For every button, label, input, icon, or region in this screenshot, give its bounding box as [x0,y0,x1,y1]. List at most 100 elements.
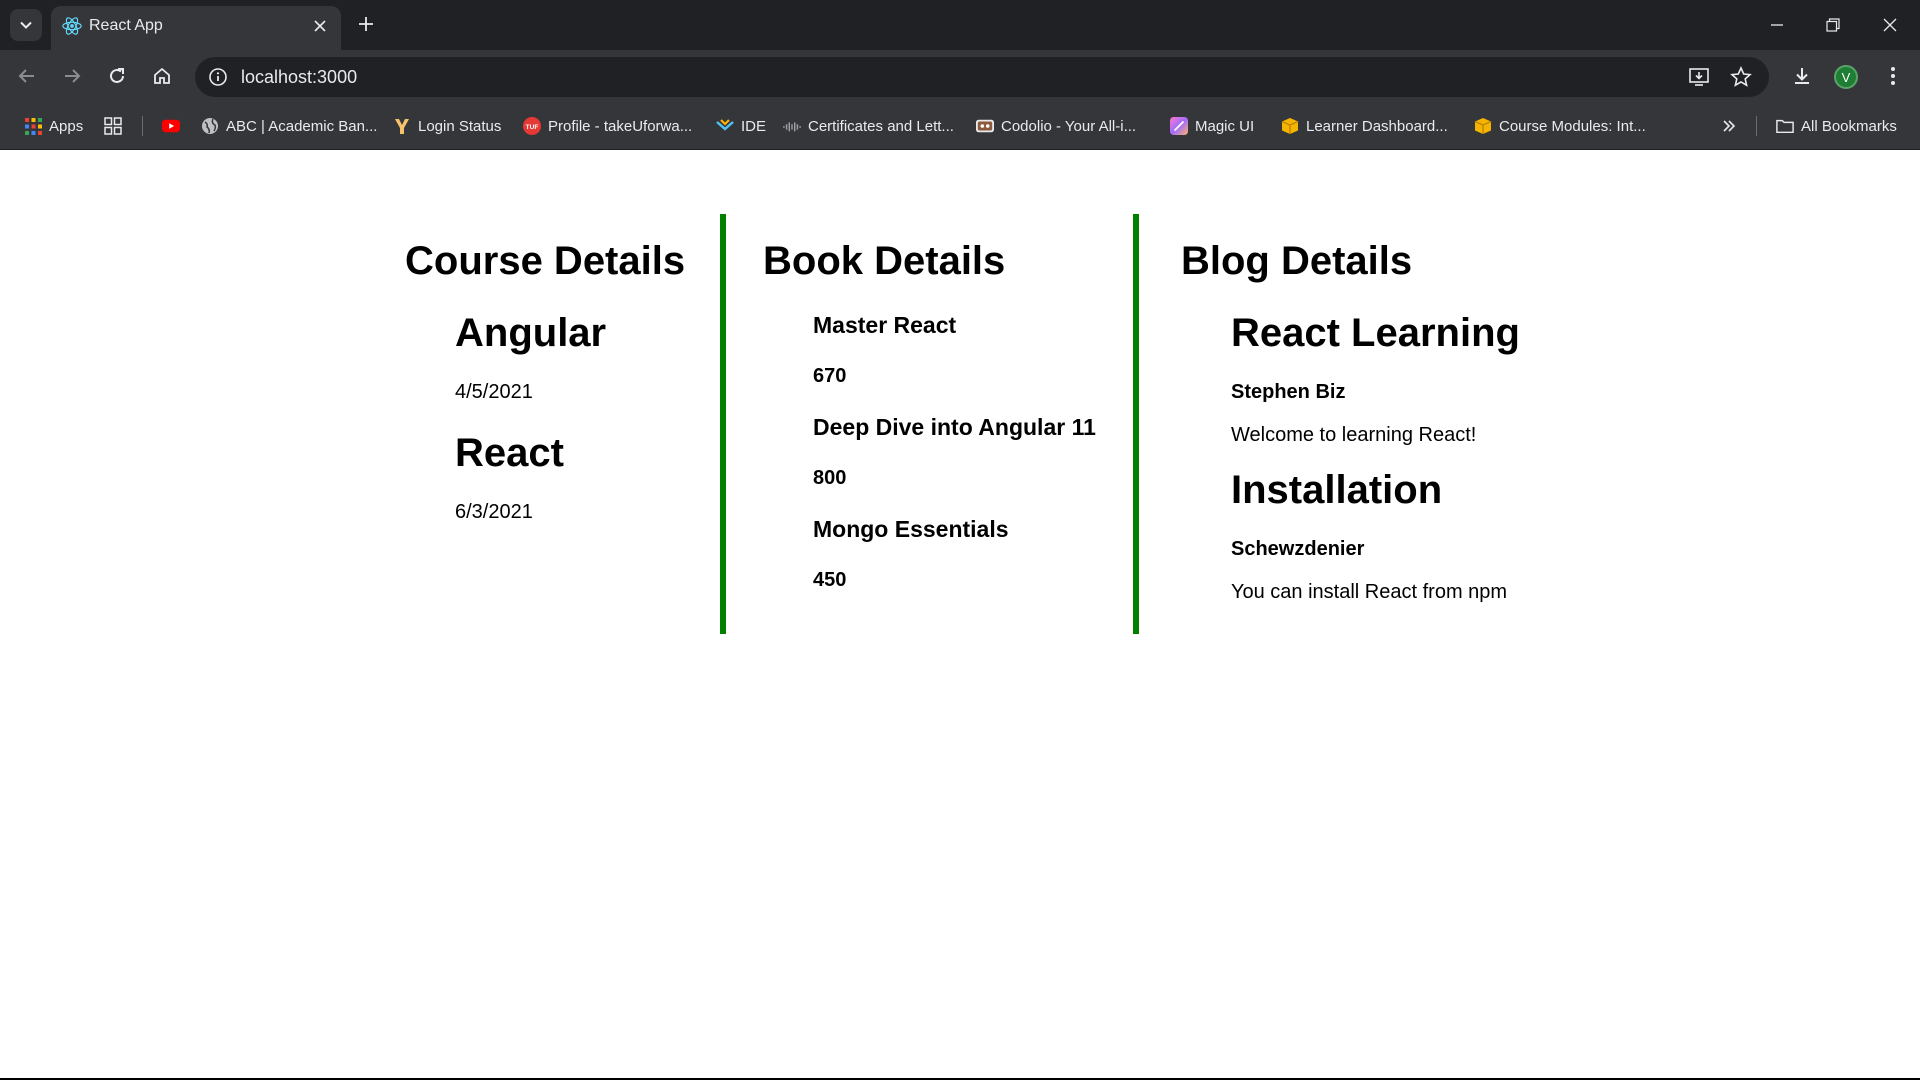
course-date: 4/5/2021 [455,381,533,403]
book-name: Deep Dive into Angular 11 [813,414,1096,440]
magic-ui-icon [1170,117,1188,135]
course-list: Angular 4/5/2021 React 6/3/2021 [455,310,718,524]
bookmark-login-status[interactable]: Login Status [393,114,501,138]
all-bookmarks-label: All Bookmarks [1801,117,1897,135]
codolio-icon [976,117,994,135]
blog-title: React Learning [1231,311,1520,355]
home-button[interactable] [145,59,179,93]
bookmark-label: Certificates and Lett... [808,117,954,135]
reload-button[interactable] [100,59,134,93]
cisco-icon [783,117,801,135]
tuf-icon: TUF [523,117,541,135]
bookmark-label: Magic UI [1195,117,1255,135]
box-icon [1281,117,1299,135]
bookmarks-overflow-button[interactable] [1720,114,1738,138]
book-price: 670 [813,365,847,387]
arrow-left-icon [18,69,34,83]
back-button[interactable] [10,59,44,93]
blog-author: Schewzdenier [1231,538,1365,560]
bookmark-star-button[interactable] [1727,63,1755,91]
blog-title: Installation [1231,468,1443,512]
site-info-button[interactable] [205,64,231,90]
bookmark-youtube[interactable] [162,114,180,138]
arrow-right-icon [65,69,81,83]
react-logo-icon [62,17,82,35]
bookmark-magic-ui[interactable]: Magic UI [1170,114,1254,138]
bookmark-ide[interactable]: IDE [716,114,766,138]
tab-search-button[interactable] [10,9,42,41]
bookmark-label: Apps [49,117,84,135]
bookmark-label: Course Modules: Int... [1499,117,1646,135]
bookmark-separator [1756,116,1757,136]
bookmark-separator [142,116,143,136]
home-icon [154,67,170,84]
book-name: Mongo Essentials [813,516,1009,542]
info-icon [209,68,227,86]
download-icon [1795,68,1809,84]
all-bookmarks-button[interactable]: All Bookmarks [1776,114,1897,138]
more-vertical-icon [1891,67,1895,85]
blog-content: Welcome to learning React! [1231,424,1477,446]
blog-details-section: Blog Details React Learning Stephen Biz … [1133,214,1633,634]
course-details-heading: Course Details [405,239,686,283]
blog-content: You can install React from npm [1231,581,1508,603]
minimize-button[interactable] [1760,8,1794,42]
close-icon [1883,18,1897,32]
double-chevron-right-icon [1720,117,1738,135]
bookmark-label: ABC | Academic Ban... [226,117,378,135]
minimize-icon [1771,24,1783,26]
bookmark-label: IDE [741,117,767,135]
bookmark-label: Learner Dashboard... [1306,117,1448,135]
book-list: Master React 670 Deep Dive into Angular … [813,311,1134,592]
login-status-icon [393,117,411,135]
tab-close-button[interactable] [308,14,332,38]
globe-icon [201,117,219,135]
tab-groups-icon [104,117,122,135]
book-name: Master React [813,312,957,338]
restore-icon [1826,18,1840,32]
folder-icon [1776,117,1794,135]
youtube-icon [162,117,180,135]
install-app-button[interactable] [1685,63,1713,91]
bookmark-tab-groups[interactable] [104,114,122,138]
box-icon [1474,117,1492,135]
bookmark-apps[interactable]: Apps [24,114,83,138]
plus-icon [359,17,373,31]
page-content: Course Details Angular 4/5/2021 React 6/… [0,151,1920,1079]
install-icon [1689,68,1709,86]
book-price: 800 [813,467,847,489]
chevron-down-icon [20,21,32,29]
restore-button[interactable] [1816,8,1850,42]
close-icon [314,20,326,32]
bookmark-abc[interactable]: ABC | Academic Ban... [201,114,377,138]
address-bar[interactable]: localhost:3000 [195,57,1769,97]
course-name: Angular [455,311,607,355]
book-details-heading: Book Details [763,239,1006,283]
url-text[interactable]: localhost:3000 [241,67,357,88]
tab-strip: React App [0,0,1920,50]
browser-toolbar: localhost:3000 V [0,50,1920,102]
bookmark-certificates[interactable]: Certificates and Lett... [783,114,954,138]
profile-avatar[interactable]: V [1834,65,1858,89]
star-icon [1730,66,1752,87]
forward-button[interactable] [55,59,89,93]
close-window-button[interactable] [1873,8,1907,42]
ide-icon [716,117,734,135]
bookmark-course-modules[interactable]: Course Modules: Int... [1474,114,1646,138]
apps-grid-icon [24,117,42,135]
active-tab[interactable]: React App [51,6,341,50]
menu-button[interactable] [1876,59,1910,93]
course-name: React [455,431,564,475]
downloads-button[interactable] [1785,59,1819,93]
book-price: 450 [813,569,847,591]
bookmark-label: Profile - takeUforwa... [548,117,693,135]
course-details-section: Course Details Angular 4/5/2021 React 6/… [405,214,718,524]
bookmark-takeuforward[interactable]: TUF Profile - takeUforwa... [523,114,692,138]
blog-author: Stephen Biz [1231,381,1346,403]
bookmark-codolio[interactable]: Codolio - Your All-i... [976,114,1136,138]
book-details-section: Book Details Master React 670 Deep Dive … [720,214,1134,634]
course-date: 6/3/2021 [455,501,533,523]
new-tab-button[interactable] [353,11,379,37]
bookmark-label: Login Status [418,117,502,135]
bookmark-learner-dashboard[interactable]: Learner Dashboard... [1281,114,1448,138]
